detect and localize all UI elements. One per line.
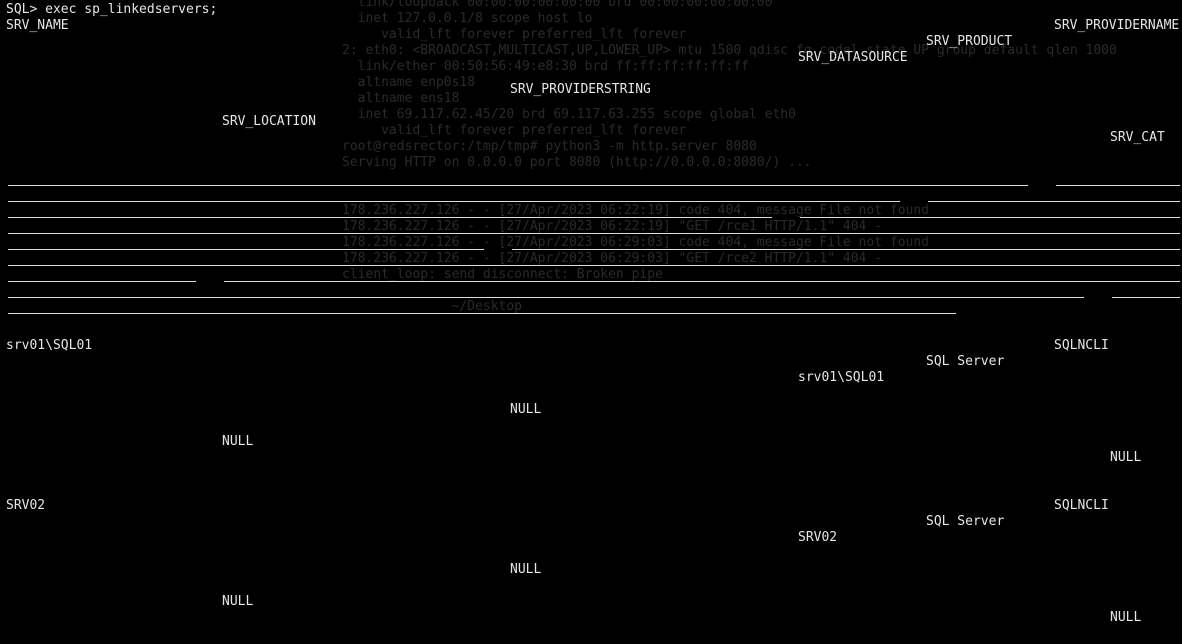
background-line: valid_lft forever preferred_lft forever [342,123,687,138]
row-1-srv-datasource: srv01\SQL01 [798,370,885,385]
row-2-srv-location: NULL [222,594,254,609]
row-2-srv-product: SQL Server [926,514,1005,529]
header-srv-datasource: SRV_DATASOURCE [798,50,908,65]
header-srv-providerstring: SRV_PROVIDERSTRING [510,82,651,97]
row-1-srv-location: NULL [222,434,254,449]
background-line [342,315,1182,331]
row-2-srv-name: SRV02 [6,498,46,513]
row-1-srv-cat: NULL [1110,450,1142,465]
terminal-window[interactable]: link/loopback 00:00:00:00:00:00 brd 00:0… [0,0,1182,644]
row-1-srv-product: SQL Server [926,354,1005,369]
row-1-srv-providername: SQLNCLI [1054,338,1109,353]
row-2-srv-providerstring: NULL [510,562,542,577]
row-2-srv-datasource: SRV02 [798,530,838,545]
background-line: link/ether 00:50:56:49:e8:30 brd ff:ff:f… [342,59,749,74]
background-terminal-output: link/loopback 00:00:00:00:00:00 brd 00:0… [342,0,1182,335]
row-2-srv-providername: SQLNCLI [1054,498,1109,513]
background-line: altname enp0s18 [342,75,476,90]
header-srv-name: SRV_NAME [6,18,69,33]
header-srv-location: SRV_LOCATION [222,114,316,129]
row-2-srv-cat: NULL [1110,610,1142,625]
header-srv-product: SRV_PRODUCT [926,34,1013,49]
background-line: root@redsrector:/tmp/tmp# python3 -m htt… [342,139,757,154]
background-line: altname ens18 [342,91,460,106]
background-line: link/loopback 00:00:00:00:00:00 brd 00:0… [342,0,773,10]
background-line: inet 69.117.62.45/20 brd 69.117.63.255 s… [342,107,796,122]
row-1-srv-providerstring: NULL [510,402,542,417]
background-line: 2: eth0: <BROADCAST,MULTICAST,UP,LOWER_U… [342,43,1117,58]
background-line: Serving HTTP on 0.0.0.0 port 8080 (http:… [342,155,812,170]
row-1-srv-name: srv01\SQL01 [6,338,93,353]
header-srv-cat: SRV_CAT [1110,130,1165,145]
header-srv-providername: SRV_PROVIDERNAME [1054,18,1180,33]
command-line: SQL> exec sp_linkedservers; [6,2,218,17]
